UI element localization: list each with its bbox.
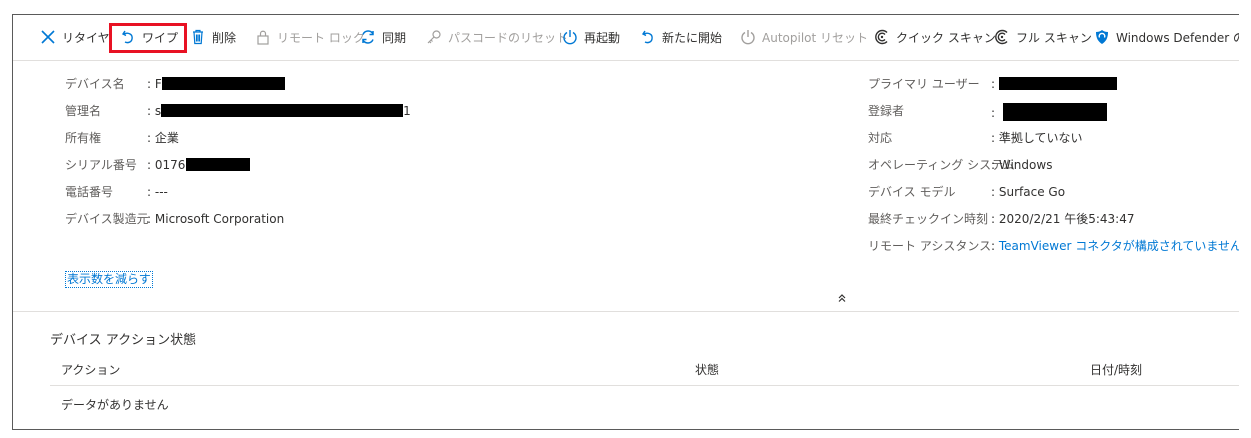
sync-icon	[359, 28, 377, 46]
detail-device-model: デバイス モデル : Surface Go	[868, 185, 1066, 199]
device-overview-panel: リタイヤ ワイプ 削除 リモート ロック 同期 パスコードのリセット 再起動 新…	[12, 14, 1239, 430]
fresh-start-button[interactable]: 新たに開始	[639, 25, 722, 49]
scan-icon	[993, 28, 1011, 46]
wipe-button[interactable]: ワイプ	[119, 25, 178, 49]
column-header-status[interactable]: 状態	[695, 361, 719, 378]
quick-scan-button[interactable]: クイック スキャン	[873, 25, 996, 49]
table-empty-message: データがありません	[61, 398, 169, 412]
windows-defender-button[interactable]: Windows Defender の	[1093, 25, 1239, 49]
collapse-chevron-icon[interactable]	[835, 291, 849, 305]
show-less-link[interactable]: 表示数を減らす	[65, 271, 153, 288]
redacted-block	[186, 158, 251, 171]
sync-button[interactable]: 同期	[359, 25, 406, 49]
full-scan-button[interactable]: フル スキャン	[993, 25, 1092, 49]
device-action-toolbar: リタイヤ ワイプ 削除 リモート ロック 同期 パスコードのリセット 再起動 新…	[13, 15, 1239, 59]
detail-primary-user: プライマリ ユーザー :	[868, 76, 1117, 92]
detail-manufacturer: デバイス製造元 : Microsoft Corporation	[65, 212, 285, 226]
autopilot-reset-label: Autopilot リセット	[762, 30, 869, 45]
teamviewer-connector-link[interactable]: TeamViewer コネクタが構成されていません	[999, 239, 1239, 253]
detail-remote-assistance: リモート アシスタンス : TeamViewer コネクタが構成されていません	[868, 238, 1239, 254]
table-header-divider	[50, 385, 1239, 386]
redacted-block	[998, 77, 1117, 90]
detail-managed-name: 管理名 : s1	[65, 104, 411, 118]
section-divider	[13, 311, 1239, 312]
detail-device-name: デバイス名 : F	[65, 76, 285, 92]
autopilot-reset-button[interactable]: Autopilot リセット	[739, 25, 868, 49]
power-icon	[561, 28, 579, 46]
redacted-block	[161, 77, 285, 90]
undo-arrow-icon	[639, 28, 657, 46]
detail-last-checkin: 最終チェックイン時刻 : 2020/2/21 午後5:43:47	[868, 212, 1135, 226]
fresh-start-label: 新たに開始	[662, 30, 723, 45]
power-icon	[739, 28, 757, 46]
redacted-block	[1002, 103, 1107, 121]
delete-button[interactable]: 削除	[189, 25, 236, 49]
restart-button[interactable]: 再起動	[561, 25, 620, 49]
detail-operating-system: オペレーティング システム : Windows	[868, 158, 1053, 172]
delete-label: 削除	[212, 30, 237, 45]
defender-shield-icon	[1093, 28, 1111, 46]
detail-serial-number: シリアル番号 : 0176	[65, 157, 251, 173]
retire-button[interactable]: リタイヤ	[39, 25, 110, 49]
detail-ownership: 所有権 : 企業	[65, 131, 179, 145]
lock-icon	[254, 28, 272, 46]
reset-passcode-label: パスコードのリセット	[448, 30, 569, 45]
column-header-action[interactable]: アクション	[61, 361, 120, 378]
retire-label: リタイヤ	[62, 30, 110, 45]
device-action-status-title: デバイス アクション状態	[50, 333, 197, 348]
toolbar-divider	[13, 60, 1239, 61]
full-scan-label: フル スキャン	[1016, 30, 1092, 45]
scan-icon	[873, 28, 891, 46]
undo-arrow-icon	[119, 28, 137, 46]
sync-label: 同期	[382, 30, 407, 45]
remote-lock-label: リモート ロック	[277, 30, 365, 45]
quick-scan-label: クイック スキャン	[896, 30, 996, 45]
remote-lock-button[interactable]: リモート ロック	[254, 25, 365, 49]
wipe-label: ワイプ	[142, 30, 179, 45]
detail-compliance: 対応 : 準拠していない	[868, 131, 1083, 145]
detail-phone-number: 電話番号 : ---	[65, 185, 168, 199]
windows-defender-label: Windows Defender の	[1116, 30, 1239, 45]
column-header-datetime[interactable]: 日付/時刻	[1090, 361, 1142, 378]
key-icon	[425, 28, 443, 46]
redacted-block	[161, 104, 404, 117]
trash-icon	[189, 28, 207, 46]
close-icon	[39, 28, 57, 46]
reset-passcode-button[interactable]: パスコードのリセット	[425, 25, 568, 49]
detail-enrolled-by: 登録者 :	[868, 103, 1107, 121]
restart-label: 再起動	[584, 30, 621, 45]
